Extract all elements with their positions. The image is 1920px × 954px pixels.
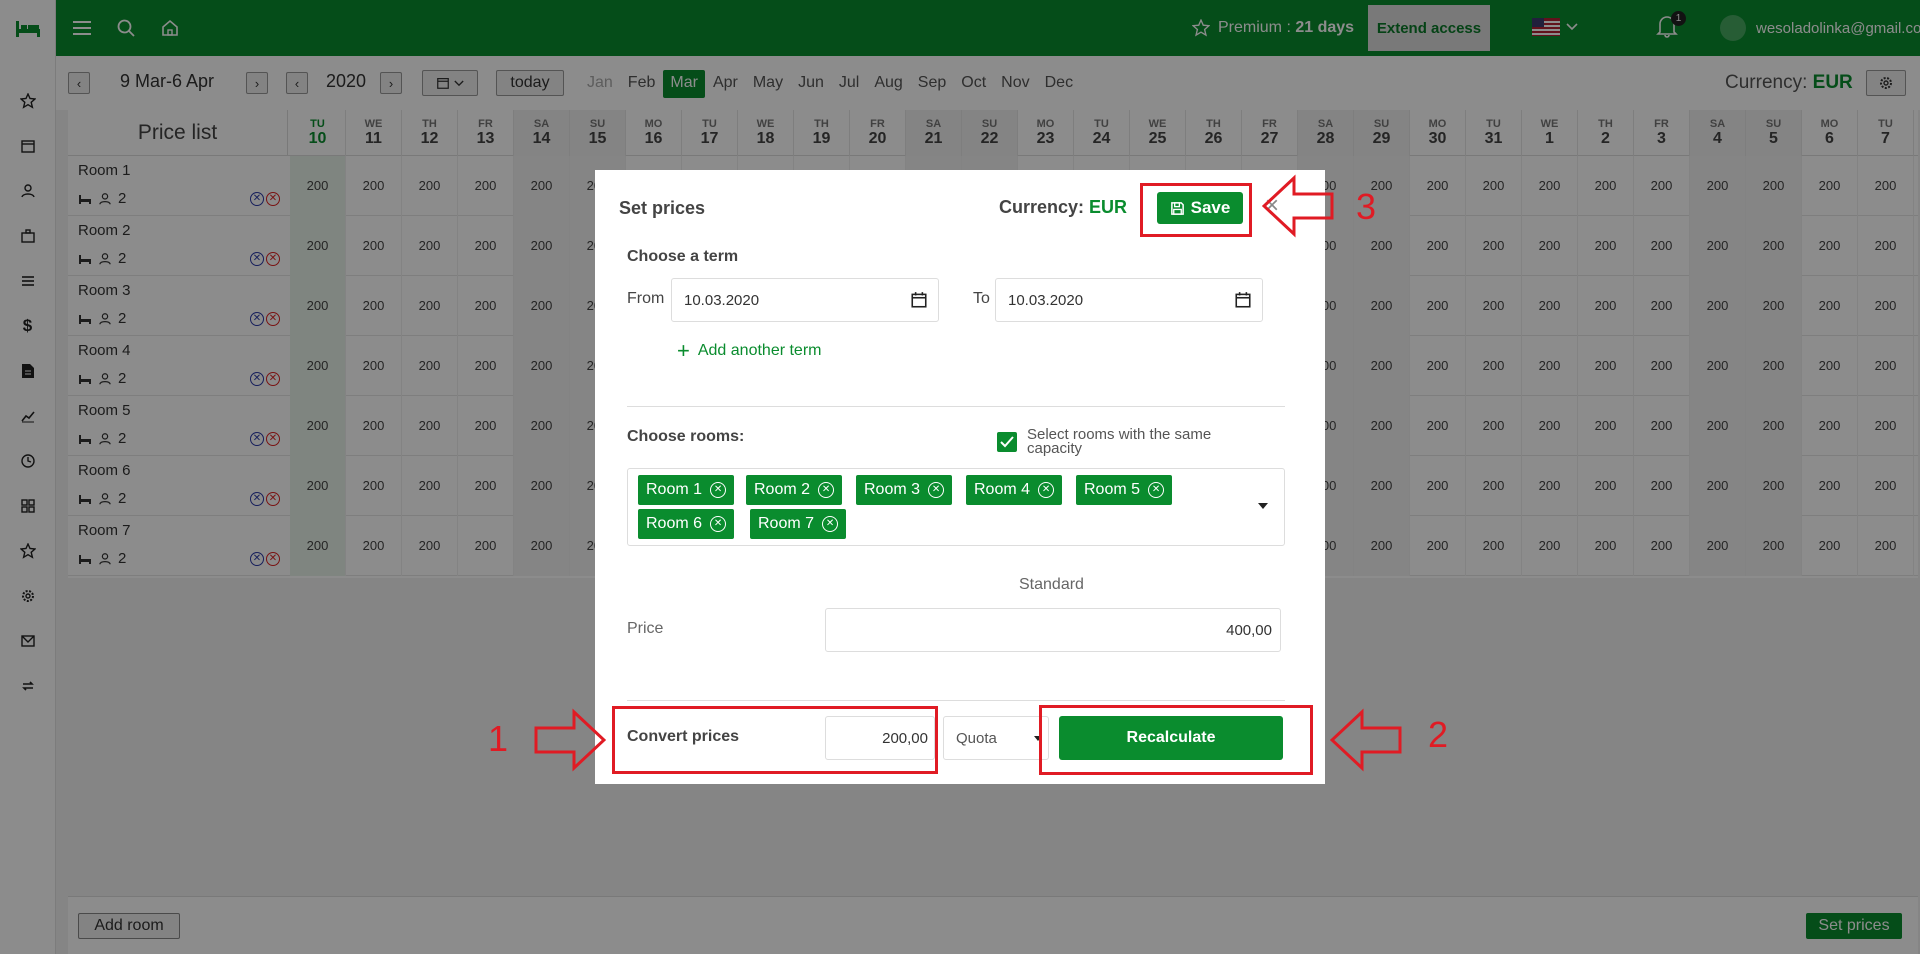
modal-currency: Currency: EUR bbox=[999, 197, 1127, 218]
room-chip[interactable]: Room 6 ✕ bbox=[638, 509, 735, 539]
chip-remove-icon[interactable]: ✕ bbox=[818, 482, 835, 498]
checkmark-icon bbox=[1000, 436, 1014, 448]
annotation-number-3: 3 bbox=[1356, 186, 1377, 227]
from-date-input[interactable]: 10.03.2020 bbox=[671, 278, 939, 322]
modal-currency-value: EUR bbox=[1089, 197, 1128, 217]
price-input[interactable]: 400,00 bbox=[825, 608, 1281, 652]
divider bbox=[627, 700, 1285, 701]
rooms-multiselect[interactable]: Room 1 ✕ Room 2 ✕ Room 3 ✕ Room 4 ✕ Room 5 ✕ … bbox=[627, 468, 1285, 546]
price-column-header: Standard bbox=[1019, 576, 1084, 593]
annotation-arrow-left-icon bbox=[1330, 708, 1402, 772]
convert-mode-value: Quota bbox=[956, 729, 997, 747]
to-label: To bbox=[973, 290, 990, 307]
choose-rooms-label: Choose rooms: bbox=[627, 428, 745, 445]
modal-currency-label: Currency: bbox=[999, 197, 1090, 217]
chip-label: Room 3 bbox=[864, 481, 921, 498]
price-label: Price bbox=[627, 620, 664, 637]
from-date-value: 10.03.2020 bbox=[684, 291, 760, 309]
annotation-box-3 bbox=[1140, 183, 1252, 237]
annotation-number-2: 2 bbox=[1428, 714, 1449, 755]
room-chip[interactable]: Room 1 ✕ bbox=[638, 475, 735, 505]
annotation-arrow-left-icon bbox=[1262, 174, 1334, 238]
chip-remove-icon[interactable]: ✕ bbox=[822, 516, 839, 532]
room-chip[interactable]: Room 3 ✕ bbox=[856, 475, 953, 505]
to-date-value: 10.03.2020 bbox=[1008, 291, 1084, 309]
chip-label: Room 1 bbox=[646, 481, 703, 498]
chip-label: Room 6 bbox=[646, 515, 703, 532]
annotation-arrow-right-icon bbox=[534, 708, 606, 772]
from-label: From bbox=[627, 290, 665, 307]
chip-label: Room 7 bbox=[758, 515, 815, 532]
chip-label: Room 5 bbox=[1084, 481, 1141, 498]
chip-remove-icon[interactable]: ✕ bbox=[710, 516, 727, 532]
modal-title: Set prices bbox=[619, 198, 706, 218]
chip-label: Room 2 bbox=[754, 481, 811, 498]
chip-remove-icon[interactable]: ✕ bbox=[1038, 482, 1055, 498]
room-chip[interactable]: Room 5 ✕ bbox=[1076, 475, 1173, 505]
to-date-input[interactable]: 10.03.2020 bbox=[995, 278, 1263, 322]
same-capacity-checkbox[interactable] bbox=[997, 432, 1017, 452]
annotation-number-1: 1 bbox=[488, 718, 509, 759]
calendar-icon bbox=[1235, 292, 1251, 308]
chip-label: Room 4 bbox=[974, 481, 1031, 498]
annotation-box-2 bbox=[1039, 705, 1313, 775]
calendar-icon bbox=[911, 292, 927, 308]
chip-remove-icon[interactable]: ✕ bbox=[1148, 482, 1165, 498]
set-prices-modal: Set prices Currency: EUR Save × Choose a… bbox=[595, 170, 1325, 784]
chip-remove-icon[interactable]: ✕ bbox=[928, 482, 945, 498]
same-capacity-label: Select rooms with the same capacity bbox=[1027, 426, 1212, 457]
room-chip[interactable]: Room 7 ✕ bbox=[750, 509, 847, 539]
chip-remove-icon[interactable]: ✕ bbox=[710, 482, 727, 498]
chevron-down-icon[interactable] bbox=[1258, 503, 1268, 509]
add-another-term-button[interactable]: + Add another term bbox=[677, 338, 822, 363]
plus-icon: + bbox=[677, 338, 690, 363]
annotation-box-1 bbox=[612, 706, 938, 774]
term-label: Choose a term bbox=[627, 248, 739, 265]
add-term-label: Add another term bbox=[697, 342, 822, 359]
divider bbox=[627, 406, 1285, 407]
room-chip[interactable]: Room 2 ✕ bbox=[746, 475, 843, 505]
room-chip[interactable]: Room 4 ✕ bbox=[966, 475, 1063, 505]
convert-mode-select[interactable]: Quota bbox=[943, 716, 1049, 760]
